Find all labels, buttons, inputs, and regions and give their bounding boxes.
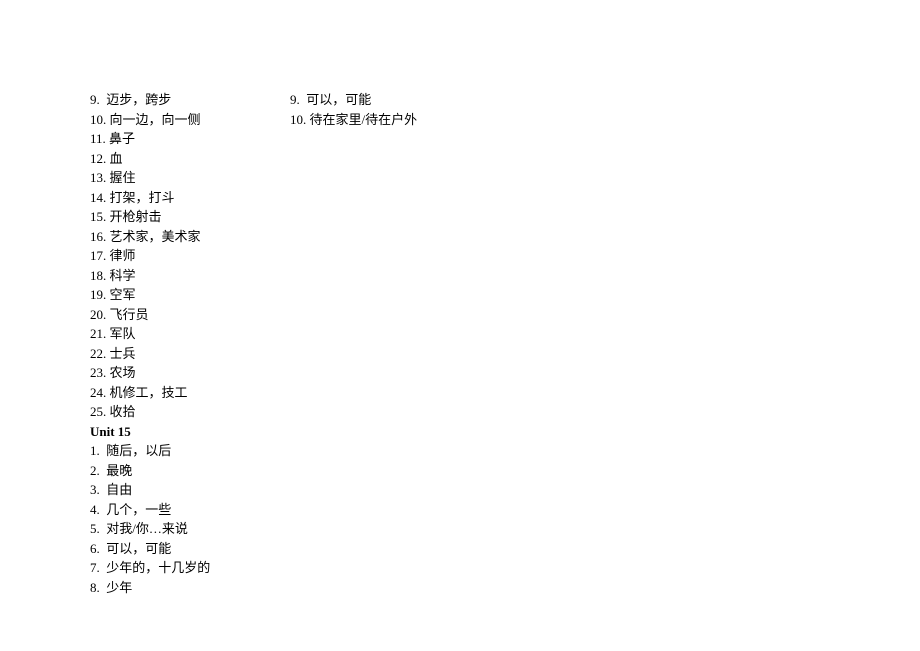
item-text: 少年的，十几岁的	[106, 560, 210, 575]
item-text: 随后，以后	[106, 443, 171, 458]
item-text: 打架，打斗	[110, 190, 175, 205]
item-text: 握住	[110, 170, 136, 185]
item-number: 2.	[90, 461, 100, 481]
item-text: 开枪射击	[110, 209, 162, 224]
item-number: 21.	[90, 324, 106, 344]
item-number: 6.	[90, 539, 100, 559]
item-number: 13.	[90, 168, 106, 188]
list-item: 10. 待在家里/待在户外	[290, 110, 540, 130]
item-text: 收拾	[110, 404, 136, 419]
list-item: 8. 少年	[90, 578, 290, 598]
list-item: 1. 随后，以后	[90, 441, 290, 461]
list-item: 4. 几个，一些	[90, 500, 290, 520]
item-text: 空军	[110, 287, 136, 302]
list-item: 9. 可以，可能	[290, 90, 540, 110]
item-number: 12.	[90, 149, 106, 169]
list-item: 2. 最晚	[90, 461, 290, 481]
item-number: 18.	[90, 266, 106, 286]
item-text: 迈步，跨步	[106, 92, 171, 107]
item-number: 3.	[90, 480, 100, 500]
list-item: 13. 握住	[90, 168, 290, 188]
list-item: 3. 自由	[90, 480, 290, 500]
column-1: 9. 迈步，跨步 10. 向一边，向一侧 11. 鼻子 12. 血 13. 握住…	[90, 90, 290, 597]
item-text: 少年	[106, 580, 132, 595]
item-number: 1.	[90, 441, 100, 461]
item-number: 5.	[90, 519, 100, 539]
item-text: 待在家里/待在户外	[310, 112, 418, 127]
list-item: 7. 少年的，十几岁的	[90, 558, 290, 578]
list-item: 14. 打架，打斗	[90, 188, 290, 208]
item-text: 几个，一些	[106, 502, 171, 517]
list-item: 10. 向一边，向一侧	[90, 110, 290, 130]
list-item: 22. 士兵	[90, 344, 290, 364]
item-text: 军队	[110, 326, 136, 341]
list-item: 12. 血	[90, 149, 290, 169]
item-text: 自由	[106, 482, 132, 497]
item-text: 士兵	[110, 346, 136, 361]
item-text: 向一边，向一侧	[110, 112, 201, 127]
item-number: 4.	[90, 500, 100, 520]
item-text: 机修工，技工	[110, 385, 188, 400]
item-number: 14.	[90, 188, 106, 208]
list-item: 23. 农场	[90, 363, 290, 383]
item-number: 25.	[90, 402, 106, 422]
list-item: 20. 飞行员	[90, 305, 290, 325]
item-text: 最晚	[106, 463, 132, 478]
item-text: 鼻子	[109, 131, 135, 146]
item-text: 可以，可能	[306, 92, 371, 107]
item-number: 10.	[90, 110, 106, 130]
list-item: 19. 空军	[90, 285, 290, 305]
item-text: 律师	[110, 248, 136, 263]
list-item: 24. 机修工，技工	[90, 383, 290, 403]
item-number: 24.	[90, 383, 106, 403]
item-text: 血	[110, 151, 123, 166]
item-text: 农场	[110, 365, 136, 380]
item-number: 7.	[90, 558, 100, 578]
item-number: 17.	[90, 246, 106, 266]
item-text: 科学	[110, 268, 136, 283]
list-item: 6. 可以，可能	[90, 539, 290, 559]
item-number: 23.	[90, 363, 106, 383]
item-number: 22.	[90, 344, 106, 364]
item-text: 对我/你…来说	[106, 521, 188, 536]
column-2: 9. 可以，可能 10. 待在家里/待在户外	[290, 90, 540, 597]
item-text: 艺术家，美术家	[110, 229, 201, 244]
list-item: 16. 艺术家，美术家	[90, 227, 290, 247]
list-item: 11. 鼻子	[90, 129, 290, 149]
list-item: 5. 对我/你…来说	[90, 519, 290, 539]
item-number: 8.	[90, 578, 100, 598]
item-number: 16.	[90, 227, 106, 247]
item-number: 20.	[90, 305, 106, 325]
list-item: 18. 科学	[90, 266, 290, 286]
item-number: 9.	[290, 90, 300, 110]
item-number: 15.	[90, 207, 106, 227]
item-number: 19.	[90, 285, 106, 305]
item-number: 10.	[290, 110, 306, 130]
list-item: 21. 军队	[90, 324, 290, 344]
item-text: 可以，可能	[106, 541, 171, 556]
list-item: 9. 迈步，跨步	[90, 90, 290, 110]
list-item: 17. 律师	[90, 246, 290, 266]
list-item: 15. 开枪射击	[90, 207, 290, 227]
unit-heading: Unit 15	[90, 422, 290, 442]
item-number: 11.	[90, 129, 106, 149]
list-item: 25. 收拾	[90, 402, 290, 422]
item-text: 飞行员	[110, 307, 149, 322]
item-number: 9.	[90, 90, 100, 110]
